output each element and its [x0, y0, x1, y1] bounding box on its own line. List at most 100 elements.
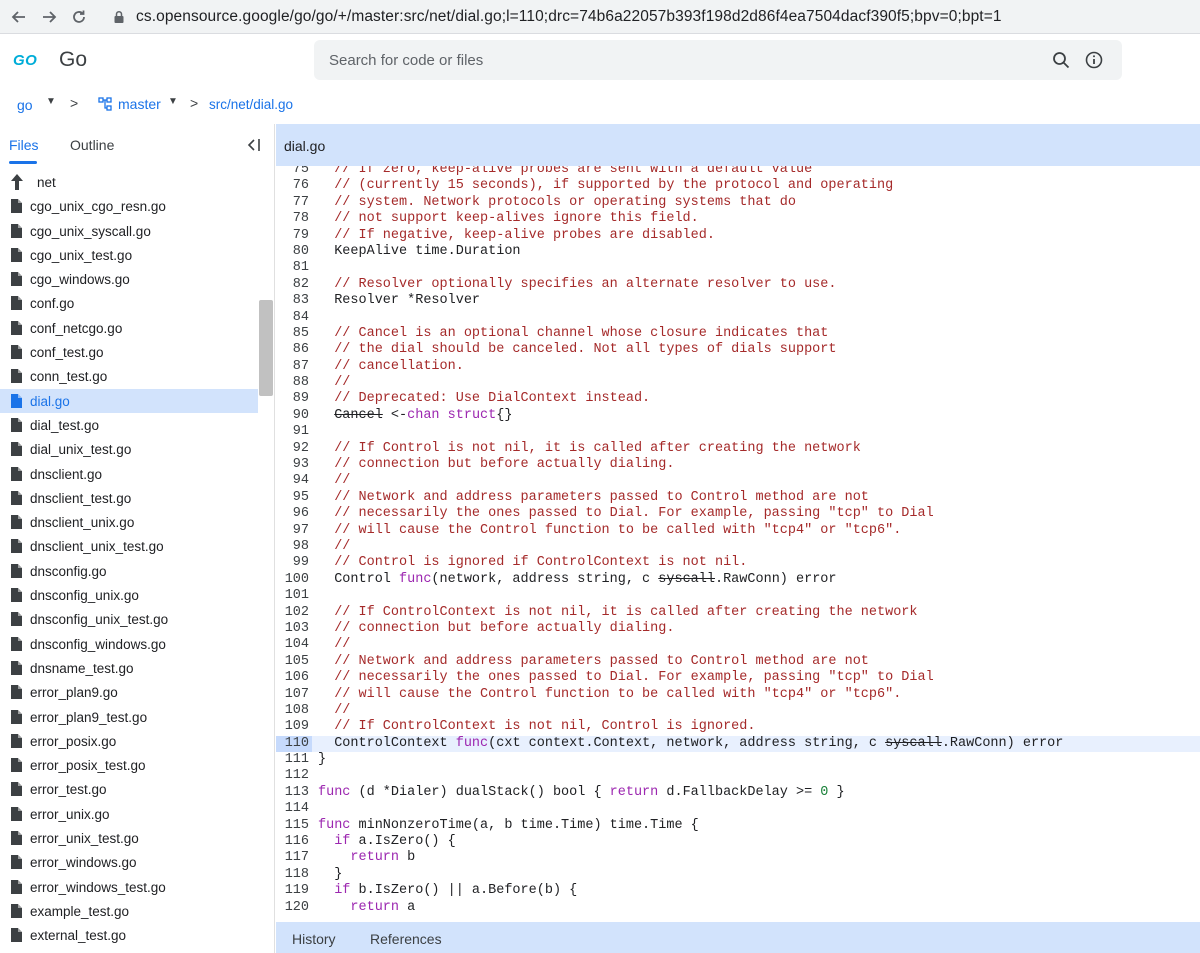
- line-number[interactable]: 96: [276, 506, 309, 522]
- search-icon[interactable]: [1052, 51, 1070, 69]
- tab-history[interactable]: History: [292, 931, 336, 947]
- line-number[interactable]: 116: [276, 834, 309, 850]
- line-number[interactable]: 79: [276, 228, 309, 244]
- back-button[interactable]: [4, 2, 34, 32]
- tab-references[interactable]: References: [370, 931, 442, 947]
- line-number[interactable]: 114: [276, 801, 309, 817]
- file-item[interactable]: error_plan9_test.go: [0, 705, 258, 729]
- line-number[interactable]: 85: [276, 326, 309, 342]
- line-number[interactable]: 101: [276, 588, 309, 604]
- file-item[interactable]: error_windows_test.go: [0, 875, 258, 899]
- file-item[interactable]: error_posix_test.go: [0, 753, 258, 777]
- line-number[interactable]: 80: [276, 244, 309, 260]
- file-item[interactable]: dnsclient_test.go: [0, 486, 258, 510]
- line-number[interactable]: 108: [276, 703, 309, 719]
- tab-outline[interactable]: Outline: [70, 137, 114, 153]
- file-item[interactable]: cgo_unix_test.go: [0, 243, 258, 267]
- sidebar-scrollbar[interactable]: [259, 300, 273, 396]
- branch-dropdown-icon[interactable]: ▼: [168, 96, 178, 107]
- line-number[interactable]: 119: [276, 883, 309, 899]
- line-number[interactable]: 112: [276, 768, 309, 784]
- app-title[interactable]: Go: [59, 48, 87, 72]
- file-item[interactable]: error_plan9.go: [0, 680, 258, 704]
- file-item[interactable]: dnsclient.go: [0, 462, 258, 486]
- line-number[interactable]: 105: [276, 654, 309, 670]
- line-number[interactable]: 91: [276, 424, 309, 440]
- file-item[interactable]: conf_netcgo.go: [0, 316, 258, 340]
- file-item[interactable]: conf_test.go: [0, 340, 258, 364]
- file-item[interactable]: dnsconfig_unix_test.go: [0, 607, 258, 631]
- line-number[interactable]: 90: [276, 408, 309, 424]
- file-item[interactable]: error_posix.go: [0, 729, 258, 753]
- file-item[interactable]: example_test.go: [0, 899, 258, 923]
- file-item[interactable]: error_windows.go: [0, 850, 258, 874]
- file-item[interactable]: error_test.go: [0, 777, 258, 801]
- file-item[interactable]: cgo_unix_cgo_resn.go: [0, 194, 258, 218]
- file-item[interactable]: dnsconfig_windows.go: [0, 632, 258, 656]
- file-name: dnsconfig_unix.go: [30, 588, 139, 604]
- file-item[interactable]: cgo_unix_syscall.go: [0, 219, 258, 243]
- line-number[interactable]: 78: [276, 211, 309, 227]
- search-input[interactable]: [329, 51, 1029, 69]
- line-number[interactable]: 107: [276, 687, 309, 703]
- file-item[interactable]: dial_unix_test.go: [0, 437, 258, 461]
- address-bar[interactable]: cs.opensource.google/go/go/+/master:src/…: [112, 3, 1002, 31]
- go-logo[interactable]: GO: [13, 52, 43, 69]
- line-number[interactable]: 76: [276, 178, 309, 194]
- file-item[interactable]: dnsclient_unix_test.go: [0, 534, 258, 558]
- line-number[interactable]: 120: [276, 900, 309, 916]
- file-item[interactable]: dial_test.go: [0, 413, 258, 437]
- file-item[interactable]: conn_test.go: [0, 364, 258, 388]
- line-number[interactable]: 95: [276, 490, 309, 506]
- file-item[interactable]: dnsconfig.go: [0, 559, 258, 583]
- line-number[interactable]: 103: [276, 621, 309, 637]
- line-number[interactable]: 77: [276, 195, 309, 211]
- line-number[interactable]: 94: [276, 473, 309, 489]
- line-number[interactable]: 97: [276, 523, 309, 539]
- line-number[interactable]: 92: [276, 441, 309, 457]
- tab-files[interactable]: Files: [9, 137, 39, 153]
- file-tab-label[interactable]: dial.go: [284, 138, 325, 154]
- forward-button[interactable]: [34, 2, 64, 32]
- parent-directory-item[interactable]: net: [0, 170, 258, 194]
- file-item[interactable]: error_unix.go: [0, 802, 258, 826]
- line-number[interactable]: 109: [276, 719, 309, 735]
- collapse-sidebar-icon[interactable]: [245, 137, 261, 153]
- line-number[interactable]: 106: [276, 670, 309, 686]
- line-number[interactable]: 98: [276, 539, 309, 555]
- reload-button[interactable]: [64, 2, 94, 32]
- line-number[interactable]: 93: [276, 457, 309, 473]
- line-number[interactable]: 83: [276, 293, 309, 309]
- line-number[interactable]: 104: [276, 637, 309, 653]
- line-number[interactable]: 115: [276, 818, 309, 834]
- line-number[interactable]: 117: [276, 850, 309, 866]
- line-number[interactable]: 84: [276, 310, 309, 326]
- line-number[interactable]: 87: [276, 359, 309, 375]
- file-item[interactable]: conf.go: [0, 291, 258, 315]
- file-item[interactable]: dnsclient_unix.go: [0, 510, 258, 534]
- line-number[interactable]: 102: [276, 605, 309, 621]
- file-item[interactable]: dnsname_test.go: [0, 656, 258, 680]
- file-item[interactable]: external_test.go: [0, 923, 258, 947]
- file-item[interactable]: dnsconfig_unix.go: [0, 583, 258, 607]
- file-item[interactable]: error_unix_test.go: [0, 826, 258, 850]
- line-number[interactable]: 81: [276, 260, 309, 276]
- breadcrumb-repo[interactable]: go: [17, 97, 33, 113]
- file-item[interactable]: cgo_windows.go: [0, 267, 258, 291]
- line-number[interactable]: 113: [276, 785, 309, 801]
- breadcrumb-path[interactable]: src/net/dial.go: [209, 97, 293, 112]
- file-item[interactable]: dial.go: [0, 388, 258, 413]
- line-number[interactable]: 88: [276, 375, 309, 391]
- line-number[interactable]: 111: [276, 752, 309, 768]
- line-number[interactable]: 82: [276, 277, 309, 293]
- line-number[interactable]: 99: [276, 555, 309, 571]
- line-number[interactable]: 75: [276, 166, 309, 178]
- line-number[interactable]: 118: [276, 867, 309, 883]
- line-number[interactable]: 89: [276, 391, 309, 407]
- info-icon[interactable]: [1085, 51, 1103, 69]
- line-number[interactable]: 86: [276, 342, 309, 358]
- breadcrumb-branch[interactable]: master: [118, 96, 161, 112]
- repo-dropdown-icon[interactable]: ▼: [46, 96, 56, 107]
- line-number[interactable]: 110: [276, 735, 312, 753]
- line-number[interactable]: 100: [276, 572, 309, 588]
